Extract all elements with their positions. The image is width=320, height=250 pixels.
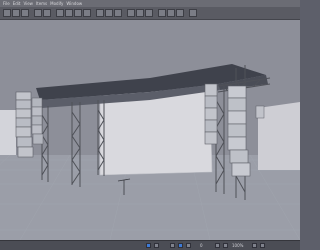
play-icon[interactable] [146, 243, 151, 248]
save-icon[interactable] [21, 9, 29, 17]
menu-bar: File Edit View Items Modify Window [0, 0, 300, 7]
3d-viewport[interactable] [0, 20, 300, 240]
main-toolbar [0, 7, 300, 20]
frame-label: 0 [200, 243, 203, 248]
zoom-label: 100% [232, 243, 244, 248]
new-icon[interactable] [3, 9, 11, 17]
menu-item-file[interactable]: File [3, 0, 10, 7]
line-array-right [204, 83, 218, 145]
stage-backdrop [99, 89, 213, 176]
menu-item-view[interactable]: View [23, 0, 33, 7]
speaker-stack-far-right [255, 105, 265, 119]
menu-item-items[interactable]: Items [36, 0, 47, 7]
menu-item-edit[interactable]: Edit [13, 0, 21, 7]
open-icon[interactable] [12, 9, 20, 17]
status-bar: 0 100% [0, 240, 300, 250]
stop-icon[interactable] [154, 243, 159, 248]
camera-icon[interactable] [127, 9, 135, 17]
zoom-out-icon[interactable] [223, 243, 228, 248]
keyframe-icon[interactable] [178, 243, 183, 248]
layer-icon[interactable] [167, 9, 175, 17]
line-array-left [15, 91, 34, 158]
material-icon[interactable] [158, 9, 166, 17]
scene-render [0, 20, 300, 240]
redo-icon[interactable] [43, 9, 51, 17]
light-icon[interactable] [136, 9, 144, 17]
rotate-icon[interactable] [74, 9, 82, 17]
select-icon[interactable] [56, 9, 64, 17]
pan-icon[interactable] [252, 243, 257, 248]
line-array-left-inner [31, 97, 44, 145]
orbit-icon[interactable] [260, 243, 265, 248]
frame-back-icon[interactable] [170, 243, 175, 248]
move-icon[interactable] [65, 9, 73, 17]
zoom-in-icon[interactable] [215, 243, 220, 248]
menu-item-modify[interactable]: Modify [50, 0, 63, 7]
side-screen-left [0, 110, 16, 155]
scale-icon[interactable] [83, 9, 91, 17]
render-icon[interactable] [145, 9, 153, 17]
grid-icon[interactable] [96, 9, 104, 17]
help-icon[interactable] [189, 9, 197, 17]
undo-icon[interactable] [34, 9, 42, 17]
view-icon[interactable] [176, 9, 184, 17]
side-screen-right [258, 102, 300, 170]
snap-icon[interactable] [105, 9, 113, 17]
frame-forward-icon[interactable] [186, 243, 191, 248]
menu-item-window[interactable]: Window [66, 0, 82, 7]
align-icon[interactable] [114, 9, 122, 17]
